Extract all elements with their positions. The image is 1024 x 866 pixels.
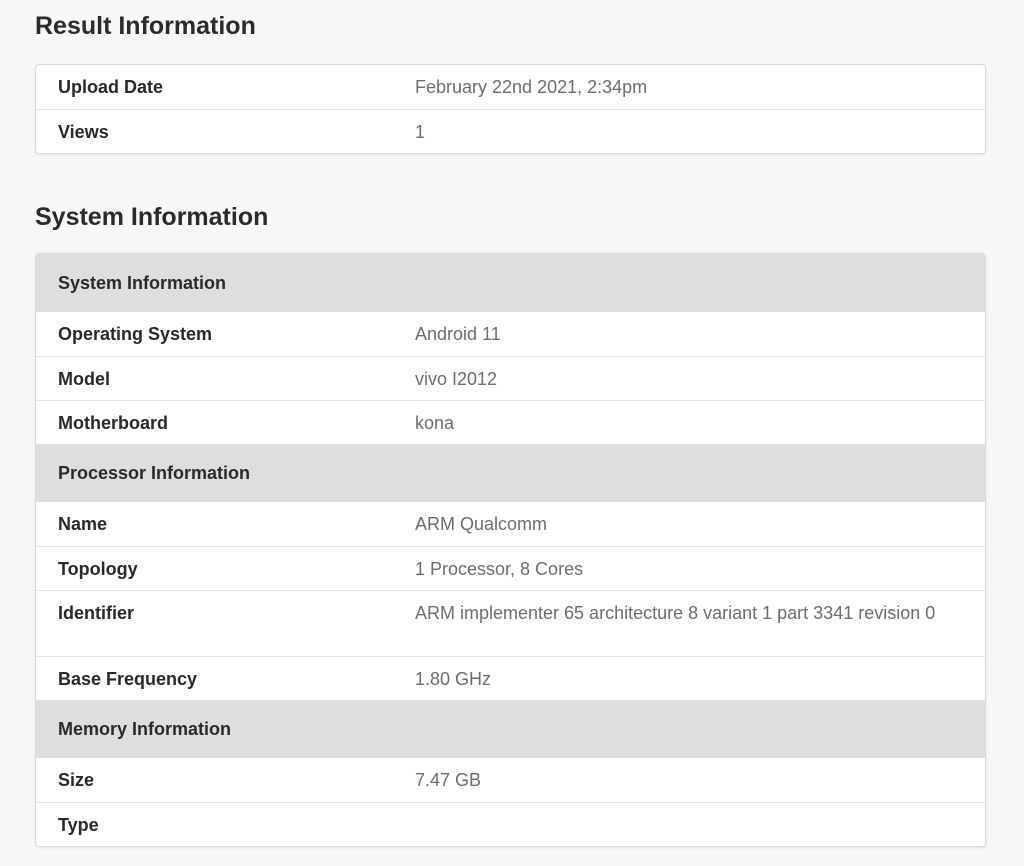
system-information-title: System Information [35, 203, 269, 231]
table-row-views: Views 1 [36, 109, 985, 153]
table-row-type: Type [36, 802, 985, 846]
row-value: 1 [415, 122, 426, 142]
row-label: Motherboard [58, 413, 168, 433]
row-label: Size [58, 770, 95, 790]
row-label: Base Frequency [58, 669, 198, 689]
row-value: kona [415, 413, 455, 433]
table-row-topology: Topology 1 Processor, 8 Cores [36, 546, 985, 590]
table-row-model: Model vivo I2012 [36, 356, 985, 400]
row-label: Topology [58, 559, 138, 579]
row-label: Type [58, 815, 99, 835]
table-row-base-frequency: Base Frequency 1.80 GHz [36, 656, 985, 700]
group-header-processor: Processor Information [36, 444, 985, 502]
result-information-title: Result Information [35, 12, 256, 40]
row-value: 1 Processor, 8 Cores [415, 559, 584, 579]
row-label: Model [58, 369, 110, 389]
table-row-operating-system: Operating System Android 11 [36, 312, 985, 356]
table-row-size: Size 7.47 GB [36, 758, 985, 802]
row-label: Operating System [58, 324, 213, 344]
row-label: Upload Date [58, 77, 164, 97]
row-value: ARM implementer 65 architecture 8 varian… [415, 603, 936, 623]
system-information-table: System Information Operating System Andr… [35, 253, 986, 847]
result-information-table: Upload Date February 22nd 2021, 2:34pm V… [35, 64, 986, 154]
row-value: 1.80 GHz [415, 669, 492, 689]
row-label: Identifier [58, 603, 135, 623]
row-value: Android 11 [415, 324, 501, 344]
row-value: ARM Qualcomm [415, 514, 548, 534]
table-row-identifier: Identifier ARM implementer 65 architectu… [36, 590, 985, 656]
row-label: Name [58, 514, 108, 534]
group-header-system: System Information [36, 254, 985, 312]
row-label: Views [58, 122, 109, 142]
table-row-name: Name ARM Qualcomm [36, 502, 985, 546]
table-row-motherboard: Motherboard kona [36, 400, 985, 444]
row-value: 7.47 GB [415, 770, 482, 790]
row-value: February 22nd 2021, 2:34pm [415, 77, 648, 97]
row-value: vivo I2012 [415, 369, 498, 389]
table-row-upload-date: Upload Date February 22nd 2021, 2:34pm [36, 65, 985, 109]
group-header-memory: Memory Information [36, 700, 985, 758]
